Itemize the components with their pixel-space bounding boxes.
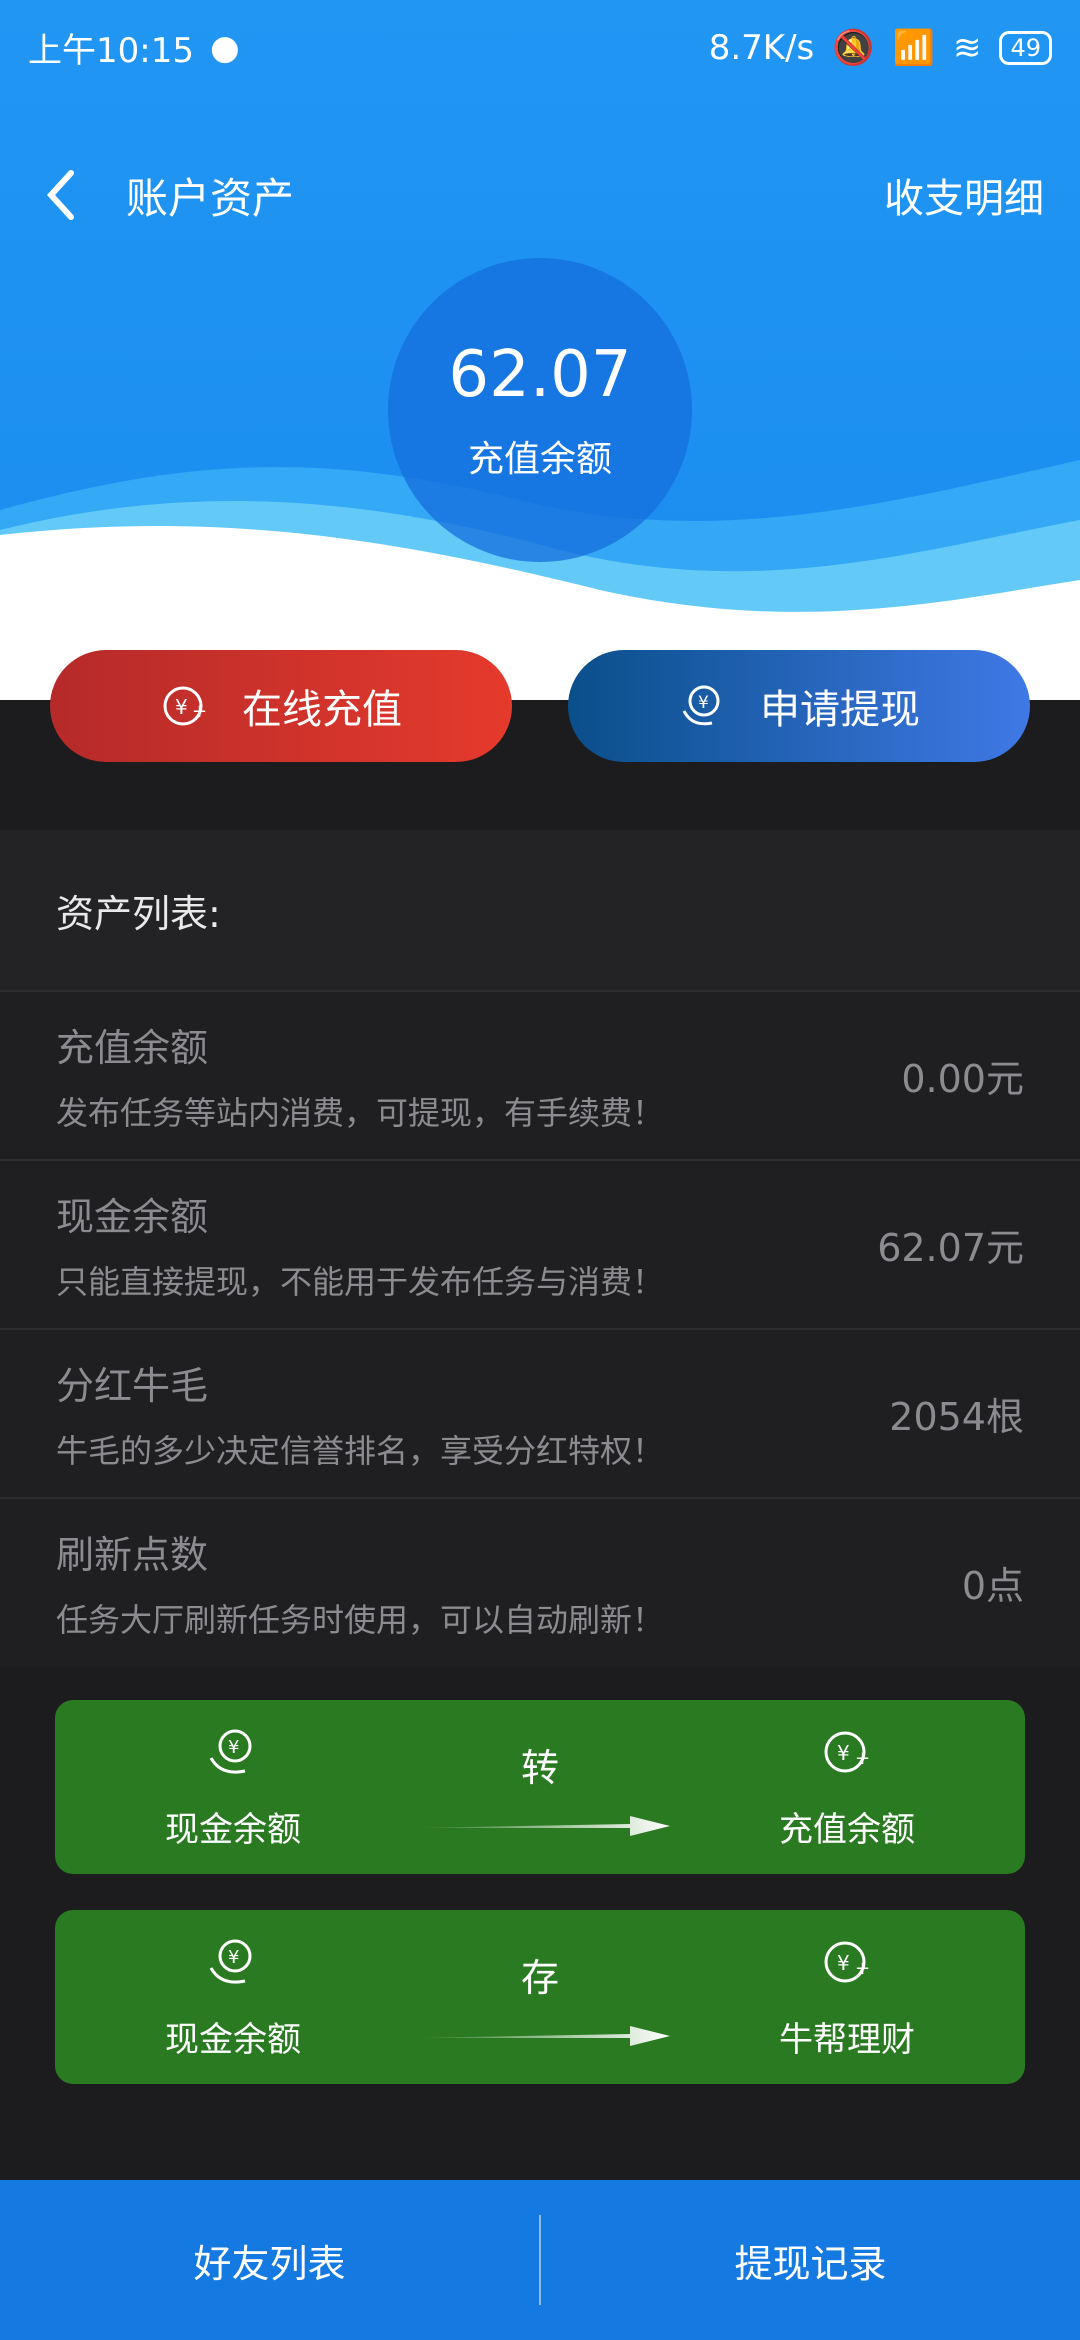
list-item: 分红牛毛 牛毛的多少决定信誉排名，享受分红特权！ 2054根 [0,1328,1080,1497]
recharge-label: 在线充值 [242,687,402,733]
assets-list: 充值余额 发布任务等站内消费，可提现，有手续费！ 0.00元 现金余额 只能直接… [0,990,1080,1666]
asset-desc: 牛毛的多少决定信誉排名，享受分红特权！ [56,1432,665,1470]
back-arrow-icon[interactable] [36,165,86,225]
asset-value: 62.07元 [877,1226,1024,1270]
hand-yuan-icon: ¥ [209,1729,252,1774]
transfer-to: 充值余额 [779,1809,915,1850]
list-item: 现金余额 只能直接提现，不能用于发布任务与消费！ 62.07元 [0,1159,1080,1328]
wechat-icon: ● [209,27,240,68]
balance-amount: 62.07 [448,338,632,412]
transfer-action: 转 [520,1745,559,1790]
balance-label: 充值余额 [467,439,612,480]
yuan-plus-icon: ¥ + [824,1941,870,1982]
hand-yuan-icon: ¥ [209,1939,252,1984]
page-title: 账户资产 [126,173,295,223]
list-item: 充值余额 发布任务等站内消费，可提现，有手续费！ 0.00元 [0,990,1080,1159]
signal-icon: 📶 [892,27,935,68]
asset-name: 现金余额 [56,1195,209,1239]
asset-name: 刷新点数 [56,1533,209,1577]
asset-desc: 只能直接提现，不能用于发布任务与消费！ [56,1263,665,1301]
withdraw-records-tab[interactable]: 提现记录 [541,2233,1080,2288]
asset-name: 充值余额 [56,1026,209,1070]
ledger-link[interactable]: 收支明细 [884,166,1044,224]
withdraw-label: 申请提现 [760,687,920,733]
cash-to-finance-button[interactable]: ¥ 现金余额 存 ¥ + 牛帮理财 [55,1910,1025,2084]
transfer-action: 存 [520,1955,559,2000]
svg-text:¥: ¥ [228,1737,239,1758]
asset-value: 0.00元 [901,1057,1024,1101]
friends-list-tab[interactable]: 好友列表 [0,2233,539,2288]
action-buttons: ¥ + 在线充值 ¥ 申请提现 [0,650,1080,762]
status-bar: 上午10:15 ● 8.7K/s 🔕 📶 ≋ 49 [0,0,1080,95]
asset-name: 分红牛毛 [56,1364,209,1408]
balance-circle: 62.07 充值余额 [388,258,692,562]
network-speed: 8.7K/s [708,27,815,68]
withdraw-button[interactable]: ¥ 申请提现 [568,650,1030,762]
cash-to-recharge-button[interactable]: ¥ 现金余额 转 ¥ + 充值余额 [55,1700,1025,1874]
battery-icon: 49 [999,30,1052,65]
svg-text:¥: ¥ [837,1741,850,1765]
svg-text:¥: ¥ [837,1951,850,1975]
arrow-right-icon [410,1815,670,1836]
svg-text:+: + [855,1748,870,1769]
asset-value: 0点 [961,1564,1024,1608]
top-bar: 账户资产 收支明细 [0,150,1080,240]
hand-yuan-icon: ¥ [682,685,720,726]
yuan-plus-icon: ¥ + [824,1731,870,1772]
transfer-to: 牛帮理财 [779,2019,915,2060]
wifi-icon: ≋ [952,27,982,68]
mute-icon: 🔕 [832,27,875,68]
transfer-from: 现金余额 [165,2019,301,2060]
assets-heading: 资产列表: [0,830,1080,990]
status-time: 上午10:15 [28,31,194,71]
svg-text:¥: ¥ [175,695,188,719]
asset-desc: 发布任务等站内消费，可提现，有手续费！ [56,1094,665,1132]
asset-desc: 任务大厅刷新任务时使用，可以自动刷新！ [56,1601,665,1639]
svg-text:+: + [855,1958,870,1979]
svg-text:¥: ¥ [698,693,709,713]
yuan-plus-icon: ¥ + [163,686,207,726]
list-item: 刷新点数 任务大厅刷新任务时使用，可以自动刷新！ 0点 [0,1497,1080,1666]
arrow-right-icon [410,2025,670,2046]
asset-value: 2054根 [889,1395,1024,1439]
svg-text:¥: ¥ [228,1947,239,1968]
transfer-from: 现金余额 [165,1809,301,1850]
svg-text:+: + [192,701,207,722]
recharge-button[interactable]: ¥ + 在线充值 [50,650,512,762]
bottom-bar: 好友列表 提现记录 [0,2180,1080,2340]
